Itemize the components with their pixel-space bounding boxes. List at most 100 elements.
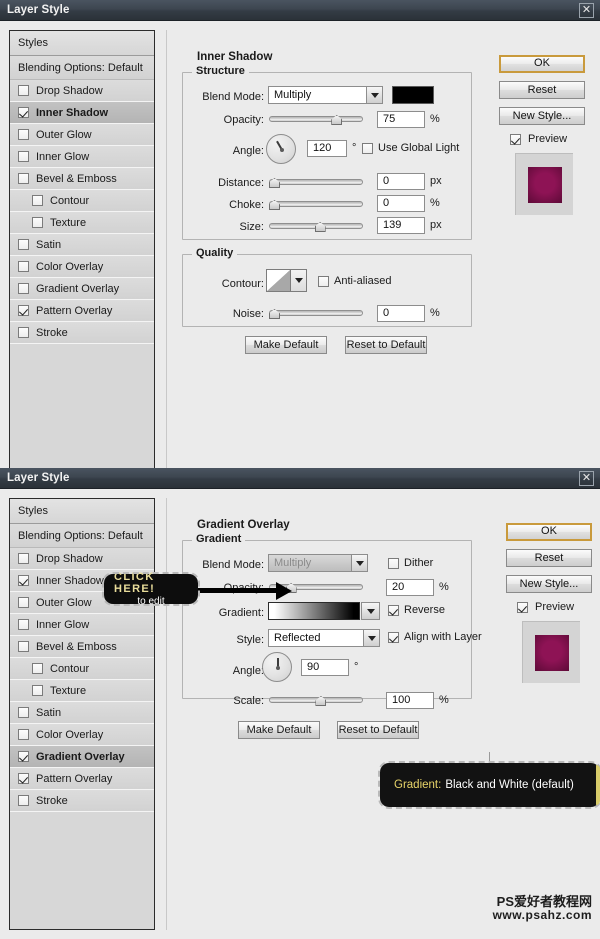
preview-checkbox[interactable]: Preview xyxy=(510,133,585,145)
checkbox-reverse[interactable] xyxy=(388,604,399,616)
sidebar-item-texture[interactable]: Texture xyxy=(10,212,154,234)
checkbox-inner-glow[interactable] xyxy=(18,151,29,162)
sidebar-item-pattern-overlay[interactable]: Pattern Overlay xyxy=(10,768,154,790)
checkbox-inner-shadow[interactable] xyxy=(18,575,29,586)
checkbox-pattern-overlay[interactable] xyxy=(18,305,29,316)
reverse-checkbox[interactable]: Reverse xyxy=(388,604,445,616)
checkbox-bevel-emboss[interactable] xyxy=(18,641,29,652)
preview-checkbox[interactable]: Preview xyxy=(517,601,592,613)
reset-button[interactable]: Reset xyxy=(499,81,585,99)
align-with-layer-checkbox[interactable]: Align with Layer xyxy=(388,631,482,643)
checkbox-inner-glow[interactable] xyxy=(18,619,29,630)
distance-input[interactable]: 0 xyxy=(377,173,425,190)
sidebar-item-bevel-emboss[interactable]: Bevel & Emboss xyxy=(10,168,154,190)
sidebar-item-inner-shadow[interactable]: Inner Shadow xyxy=(10,102,154,124)
sidebar-item-pattern-overlay[interactable]: Pattern Overlay xyxy=(10,300,154,322)
sidebar-item-blending-options[interactable]: Blending Options: Default xyxy=(10,56,154,80)
checkbox-texture[interactable] xyxy=(32,217,43,228)
make-default-button[interactable]: Make Default xyxy=(238,721,320,739)
dialog-titlebar[interactable]: Layer Style ✕ xyxy=(0,468,600,489)
noise-input[interactable]: 0 xyxy=(377,305,425,322)
sidebar-item-drop-shadow[interactable]: Drop Shadow xyxy=(10,80,154,102)
opacity-input[interactable]: 75 xyxy=(377,111,425,128)
contour-picker[interactable] xyxy=(266,269,307,292)
checkbox-preview[interactable] xyxy=(517,601,528,613)
angle-dial[interactable] xyxy=(262,652,292,682)
checkbox-drop-shadow[interactable] xyxy=(18,553,29,564)
dialog-titlebar[interactable]: Layer Style ✕ xyxy=(0,0,600,21)
checkbox-outer-glow[interactable] xyxy=(18,597,29,608)
checkbox-gradient-overlay[interactable] xyxy=(18,751,29,762)
sidebar-item-color-overlay[interactable]: Color Overlay xyxy=(10,256,154,278)
reset-to-default-button[interactable]: Reset to Default xyxy=(345,336,427,354)
gradient-preview-bar[interactable] xyxy=(268,602,360,620)
chevron-down-icon[interactable] xyxy=(363,629,380,647)
checkbox-color-overlay[interactable] xyxy=(18,729,29,740)
sidebar-item-satin[interactable]: Satin xyxy=(10,234,154,256)
checkbox-satin[interactable] xyxy=(18,707,29,718)
choke-input[interactable]: 0 xyxy=(377,195,425,212)
reset-to-default-button[interactable]: Reset to Default xyxy=(337,721,419,739)
opacity-input[interactable]: 20 xyxy=(386,579,434,596)
anti-aliased-checkbox[interactable]: Anti-aliased xyxy=(318,275,391,287)
checkbox-drop-shadow[interactable] xyxy=(18,85,29,96)
checkbox-pattern-overlay[interactable] xyxy=(18,773,29,784)
blend-mode-select[interactable]: Multiply xyxy=(268,86,383,104)
close-icon[interactable]: ✕ xyxy=(579,471,594,486)
sidebar-item-texture[interactable]: Texture xyxy=(10,680,154,702)
chevron-down-icon[interactable] xyxy=(291,270,306,291)
sidebar-item-satin[interactable]: Satin xyxy=(10,702,154,724)
size-slider[interactable] xyxy=(269,220,363,232)
sidebar-item-outer-glow[interactable]: Outer Glow xyxy=(10,124,154,146)
shadow-color-swatch[interactable] xyxy=(392,86,434,104)
choke-slider[interactable] xyxy=(269,198,363,210)
checkbox-use-global-light[interactable] xyxy=(362,142,373,154)
checkbox-contour[interactable] xyxy=(32,663,43,674)
scale-input[interactable]: 100 xyxy=(386,692,434,709)
sidebar-item-inner-glow[interactable]: Inner Glow xyxy=(10,614,154,636)
ok-button[interactable]: OK xyxy=(506,523,592,541)
sidebar-item-gradient-overlay[interactable]: Gradient Overlay xyxy=(10,746,154,768)
styles-list-header[interactable]: Styles xyxy=(10,31,154,56)
gradient-preset-dropdown[interactable] xyxy=(361,602,380,620)
noise-slider[interactable] xyxy=(269,307,363,319)
checkbox-align-with-layer[interactable] xyxy=(388,631,399,643)
checkbox-outer-glow[interactable] xyxy=(18,129,29,140)
checkbox-dither[interactable] xyxy=(388,557,399,569)
sidebar-item-contour[interactable]: Contour xyxy=(10,658,154,680)
ok-button[interactable]: OK xyxy=(499,55,585,73)
scale-slider[interactable] xyxy=(269,694,363,706)
new-style-button[interactable]: New Style... xyxy=(506,575,592,593)
angle-dial[interactable] xyxy=(266,134,296,164)
sidebar-item-blending-options[interactable]: Blending Options: Default xyxy=(10,524,154,548)
checkbox-gradient-overlay[interactable] xyxy=(18,283,29,294)
gradient-style-select[interactable]: Reflected xyxy=(268,629,380,647)
checkbox-preview[interactable] xyxy=(510,133,521,145)
dither-checkbox[interactable]: Dither xyxy=(388,557,433,569)
chevron-down-icon[interactable] xyxy=(366,86,383,104)
sidebar-item-bevel-emboss[interactable]: Bevel & Emboss xyxy=(10,636,154,658)
chevron-down-icon[interactable] xyxy=(351,554,368,572)
angle-input[interactable]: 90 xyxy=(301,659,349,676)
new-style-button[interactable]: New Style... xyxy=(499,107,585,125)
reset-button[interactable]: Reset xyxy=(506,549,592,567)
size-input[interactable]: 139 xyxy=(377,217,425,234)
checkbox-anti-aliased[interactable] xyxy=(318,275,329,287)
checkbox-color-overlay[interactable] xyxy=(18,261,29,272)
distance-slider[interactable] xyxy=(269,176,363,188)
styles-list-header[interactable]: Styles xyxy=(10,499,154,524)
use-global-light-checkbox[interactable]: Use Global Light xyxy=(362,142,459,154)
sidebar-item-inner-glow[interactable]: Inner Glow xyxy=(10,146,154,168)
checkbox-satin[interactable] xyxy=(18,239,29,250)
checkbox-bevel-emboss[interactable] xyxy=(18,173,29,184)
sidebar-item-contour[interactable]: Contour xyxy=(10,190,154,212)
checkbox-texture[interactable] xyxy=(32,685,43,696)
checkbox-stroke[interactable] xyxy=(18,795,29,806)
angle-input[interactable]: 120 xyxy=(307,140,347,157)
checkbox-inner-shadow[interactable] xyxy=(18,107,29,118)
blend-mode-select[interactable]: Multiply xyxy=(268,554,368,572)
checkbox-stroke[interactable] xyxy=(18,327,29,338)
sidebar-item-stroke[interactable]: Stroke xyxy=(10,790,154,812)
close-icon[interactable]: ✕ xyxy=(579,3,594,18)
opacity-slider[interactable] xyxy=(269,113,363,125)
